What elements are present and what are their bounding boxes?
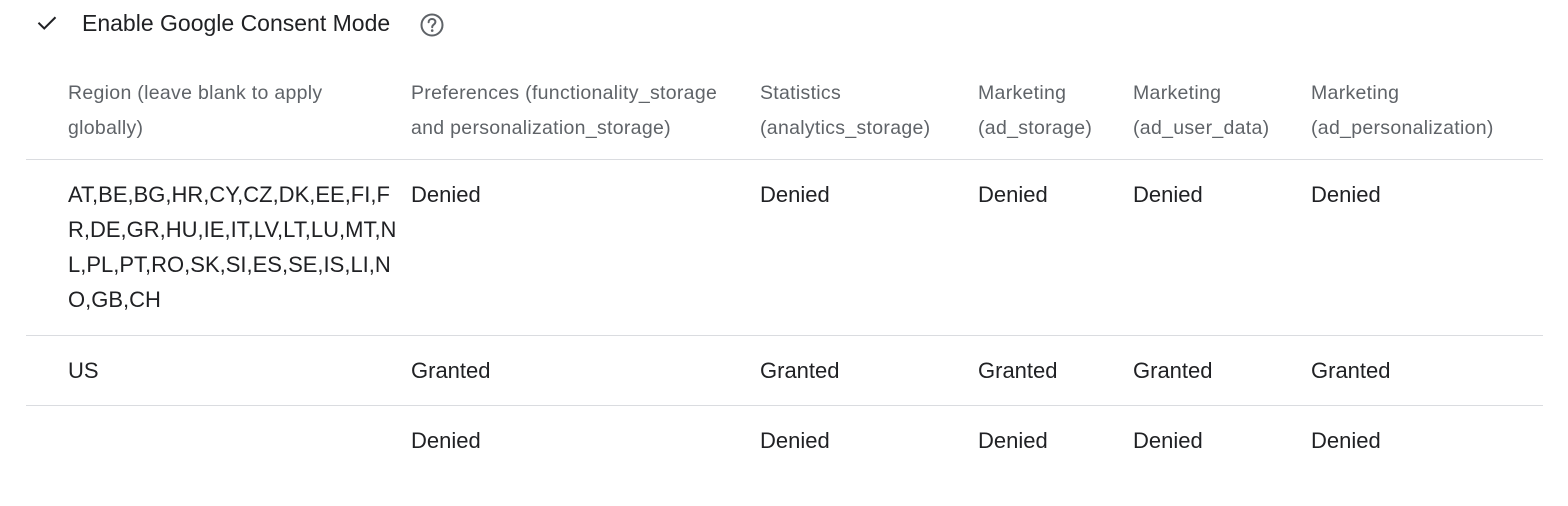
consent-region-table: Region (leave blank to apply globally) P… <box>26 68 1543 475</box>
statistics-cell: Denied <box>760 182 830 207</box>
table-row[interactable]: US Granted Granted Granted Granted Grant… <box>26 336 1543 406</box>
column-header-ad-personalization: Marketing (ad_personalization) <box>1311 76 1494 146</box>
column-header-region: Region (leave blank to apply globally) <box>68 76 368 146</box>
column-header-ad-user-data-line-2: (ad_user_data) <box>1133 117 1270 139</box>
ad-user-data-cell: Denied <box>1133 182 1203 207</box>
column-header-preferences: Preferences (functionality_storage and p… <box>411 76 717 146</box>
region-line: AT,BE,BG,HR,CY,CZ,DK,EE,FI,F <box>68 182 390 207</box>
help-circle-icon[interactable] <box>419 12 445 38</box>
column-header-ad-personalization-line-1: Marketing <box>1311 82 1400 104</box>
statistics-cell: Denied <box>760 428 830 453</box>
ad-personalization-cell: Denied <box>1311 428 1381 453</box>
column-header-ad-storage: Marketing (ad_storage) <box>978 76 1092 146</box>
ad-storage-cell: Granted <box>978 358 1058 383</box>
column-header-ad-storage-line-1: Marketing <box>978 82 1067 104</box>
region-line: R,DE,GR,HU,IE,IT,LV,LT,LU,MT,N <box>68 217 397 242</box>
region-cell: AT,BE,BG,HR,CY,CZ,DK,EE,FI,F R,DE,GR,HU,… <box>68 177 406 317</box>
column-header-preferences-line-2: and personalization_storage) <box>411 117 671 139</box>
region-line: L,PL,PT,RO,SK,SI,ES,SE,IS,LI,N <box>68 252 391 277</box>
column-header-statistics: Statistics (analytics_storage) <box>760 76 930 146</box>
preferences-cell: Denied <box>411 428 481 453</box>
consent-mode-setting: Enable Google Consent Mode <box>0 0 600 48</box>
preferences-cell: Denied <box>411 182 481 207</box>
ad-user-data-cell: Denied <box>1133 428 1203 453</box>
ad-personalization-cell: Denied <box>1311 182 1381 207</box>
table-header-row: Region (leave blank to apply globally) P… <box>26 68 1543 160</box>
ad-user-data-cell: Granted <box>1133 358 1213 383</box>
column-header-ad-storage-line-2: (ad_storage) <box>978 117 1093 139</box>
column-header-ad-user-data-line-1: Marketing <box>1133 82 1222 104</box>
ad-storage-cell: Denied <box>978 182 1048 207</box>
region-line: O,GB,CH <box>68 287 161 312</box>
column-header-ad-user-data: Marketing (ad_user_data) <box>1133 76 1269 146</box>
column-header-ad-personalization-line-2: (ad_personalization) <box>1311 117 1494 139</box>
check-icon[interactable] <box>36 12 58 34</box>
consent-mode-label: Enable Google Consent Mode <box>82 10 391 36</box>
region-cell: US <box>68 358 99 383</box>
ad-personalization-cell: Granted <box>1311 358 1391 383</box>
column-header-statistics-line-1: Statistics <box>760 82 842 104</box>
column-header-statistics-line-2: (analytics_storage) <box>760 117 931 139</box>
statistics-cell: Granted <box>760 358 840 383</box>
column-header-region-line-2: globally) <box>68 117 144 139</box>
ad-storage-cell: Denied <box>978 428 1048 453</box>
table-row[interactable]: AT,BE,BG,HR,CY,CZ,DK,EE,FI,F R,DE,GR,HU,… <box>26 160 1543 336</box>
preferences-cell: Granted <box>411 358 491 383</box>
column-header-preferences-line-1: Preferences (functionality_storage <box>411 82 718 104</box>
table-row[interactable]: Denied Denied Denied Denied Denied <box>26 406 1543 475</box>
column-header-region-line-1: Region (leave blank to apply <box>68 82 323 104</box>
